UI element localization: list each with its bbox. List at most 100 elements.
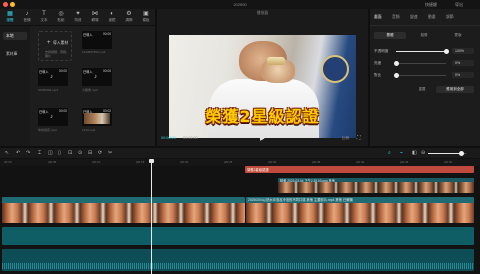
video-clip[interactable]: 20250304以熱水沖泡及冷泡的不同口感 其他 主要影片.mp4 其他 已解鎖 bbox=[246, 197, 474, 223]
title-bar: 202500 快捷鍵 導出 bbox=[0, 0, 480, 9]
filter-icon: ◐ bbox=[110, 11, 114, 17]
split-left-icon[interactable]: ◫ bbox=[48, 150, 53, 156]
player-panel: 播放器 榮獲2星級認證 00:00:00 00:00:00 ▶ 比例 ⛶ bbox=[157, 9, 368, 146]
play-button[interactable]: ▶ bbox=[260, 135, 265, 142]
window-title: 202500 bbox=[233, 2, 247, 7]
import-media-button[interactable]: + 導入素材 支持視頻、音頻、圖片 bbox=[38, 31, 72, 61]
fullscreen-icon[interactable]: ⛶ bbox=[357, 135, 361, 141]
imported-badge: 已導入 bbox=[39, 70, 49, 74]
cut-icon[interactable]: ✂ bbox=[108, 150, 112, 156]
tab-transitions[interactable]: ⋈ 轉場 bbox=[88, 11, 102, 23]
text-clip[interactable]: 榮獲2星級認證 bbox=[245, 166, 474, 173]
sidebar-item-library[interactable]: 素材庫 bbox=[3, 50, 27, 58]
playhead[interactable] bbox=[151, 159, 152, 274]
audio-waveform-clip[interactable] bbox=[2, 249, 474, 271]
tab-speed[interactable]: 變速 bbox=[410, 15, 418, 20]
tick-label: |00:35 bbox=[312, 160, 321, 164]
media-duration: 00:00 bbox=[59, 109, 67, 113]
tab-label: 模板 bbox=[142, 18, 150, 22]
media-duration: 00:00 bbox=[59, 69, 67, 73]
shortcut-button[interactable]: 快捷鍵 bbox=[425, 2, 437, 8]
media-item[interactable]: 已導入 00:00 bbox=[82, 31, 112, 49]
audio-icon: ♪ bbox=[25, 11, 29, 17]
tick-label: |00:10 bbox=[92, 160, 101, 164]
undo-icon[interactable]: ↶ bbox=[16, 150, 20, 156]
brightness-label: 亮度 bbox=[374, 61, 382, 65]
asset-toolbar: ▦ 媒體 ♪ 音頻 T 文本 ◎ 貼紙 ✦ 特效 ⋈ 轉場 ◐ 濾鏡 ⚙ 調節 ▣ 模板 bbox=[0, 9, 155, 26]
link-icon[interactable]: ⌁ bbox=[400, 150, 403, 156]
tab-audio[interactable]: 音頻 bbox=[392, 15, 400, 20]
subtab-keying[interactable]: 摳像 bbox=[408, 32, 440, 39]
food-item bbox=[267, 57, 285, 65]
media-item[interactable]: 已導入 00:00 ♪ bbox=[82, 68, 112, 86]
magnet-icon[interactable]: ⌕ bbox=[388, 150, 391, 156]
media-item[interactable]: 已導入 00:00 ♪ bbox=[38, 68, 68, 86]
reset-button[interactable]: 重置 bbox=[410, 86, 434, 93]
subtab-mask[interactable]: 蒙版 bbox=[442, 32, 474, 39]
tab-media[interactable]: ▦ 媒體 bbox=[3, 11, 17, 23]
tick-label: |00:40 bbox=[356, 160, 365, 164]
tab-stickers[interactable]: ◎ 貼紙 bbox=[54, 11, 68, 23]
apply-all-button[interactable]: 應用到全部 bbox=[436, 86, 474, 93]
zoom-knob[interactable] bbox=[459, 151, 464, 156]
music-note-icon: ♪ bbox=[50, 114, 53, 120]
ratio-button[interactable]: 比例 bbox=[342, 136, 349, 141]
select-tool-icon[interactable]: ↖ bbox=[5, 150, 9, 156]
brightness-value[interactable]: 0% bbox=[452, 60, 474, 66]
split-icon[interactable]: ⌶ bbox=[38, 150, 41, 156]
tab-adjust[interactable]: ⚙ 調節 bbox=[122, 11, 136, 23]
close-window-button[interactable] bbox=[3, 2, 8, 7]
music-note-icon: ♪ bbox=[50, 74, 53, 80]
contrast-slider[interactable] bbox=[394, 73, 446, 78]
tick-label: |00:05 bbox=[48, 160, 57, 164]
zoom-slider[interactable] bbox=[428, 151, 466, 156]
export-button[interactable]: 導出 bbox=[455, 2, 463, 8]
media-caption: 1234.mp4 bbox=[82, 128, 96, 132]
contrast-label: 對比 bbox=[374, 73, 382, 77]
tab-adjustment[interactable]: 調節 bbox=[446, 15, 454, 20]
current-time: 00:00:00 bbox=[161, 136, 176, 140]
tab-label: 調節 bbox=[125, 18, 133, 22]
tick-label: 00:00 bbox=[4, 160, 12, 164]
opacity-slider[interactable] bbox=[396, 49, 449, 54]
music-note-icon: ♪ bbox=[94, 74, 97, 80]
brightness-slider[interactable] bbox=[394, 61, 446, 66]
freeze-icon[interactable]: ⊡ bbox=[68, 150, 72, 156]
tab-effects[interactable]: ✦ 特效 bbox=[71, 11, 85, 23]
slider-knob[interactable] bbox=[394, 73, 399, 78]
tab-text[interactable]: T 文本 bbox=[37, 11, 51, 23]
plus-icon: + bbox=[47, 40, 51, 46]
timeline-ruler[interactable]: 00:00 |00:05 |00:10 |00:15 |00:20 |00:25… bbox=[0, 159, 480, 166]
media-item[interactable]: 已導入 00:02 bbox=[82, 108, 112, 126]
tab-animation[interactable]: 動畫 bbox=[428, 15, 436, 20]
rotate-icon[interactable]: ⟳ bbox=[98, 150, 102, 156]
redo-icon[interactable]: ↷ bbox=[26, 150, 30, 156]
audio-clip[interactable] bbox=[2, 227, 474, 245]
overlay-clip[interactable]: 動畫 2023-03-04 下午2.35.03.png 其他 bbox=[278, 178, 474, 193]
media-item[interactable]: 已導入 00:00 ♪ bbox=[38, 108, 68, 126]
timeline-toolbar: ↖ ↶ ↷ ⌶ ◫ ▯ ⊡ ⊙ ⊟ ⟳ ✂ ⌕ ⌁ ◧ ⊖ bbox=[0, 148, 480, 159]
tab-filters[interactable]: ◐ 濾鏡 bbox=[105, 11, 119, 23]
video-preview[interactable]: 榮獲2星級認證 bbox=[169, 35, 356, 138]
contrast-value[interactable]: 0% bbox=[452, 72, 474, 78]
video-caption[interactable]: 榮獲2星級認證 bbox=[169, 103, 356, 127]
slider-knob[interactable] bbox=[444, 49, 449, 54]
slider-knob[interactable] bbox=[394, 61, 399, 66]
waveform bbox=[2, 263, 474, 269]
delete-icon[interactable]: ▯ bbox=[58, 150, 61, 156]
tab-label: 音頻 bbox=[23, 18, 31, 22]
sidebar-item-local[interactable]: 本地 bbox=[3, 32, 27, 40]
tab-audio[interactable]: ♪ 音頻 bbox=[20, 11, 34, 23]
video-clip[interactable] bbox=[2, 197, 245, 223]
zoom-out-icon[interactable]: ⊖ bbox=[421, 150, 425, 156]
opacity-value[interactable]: 100% bbox=[452, 48, 474, 54]
tab-templates[interactable]: ▣ 模板 bbox=[139, 11, 153, 23]
text-icon: T bbox=[42, 11, 46, 17]
subtab-basic[interactable]: 基礎 bbox=[374, 32, 406, 39]
crop-icon[interactable]: ⊟ bbox=[88, 150, 92, 156]
minimize-window-button[interactable] bbox=[10, 2, 15, 7]
record-icon[interactable]: ⊙ bbox=[78, 150, 82, 156]
preview-axis-icon[interactable]: ◧ bbox=[412, 150, 417, 156]
tab-picture[interactable]: 畫面 bbox=[374, 15, 382, 20]
playhead-handle[interactable] bbox=[149, 159, 154, 163]
